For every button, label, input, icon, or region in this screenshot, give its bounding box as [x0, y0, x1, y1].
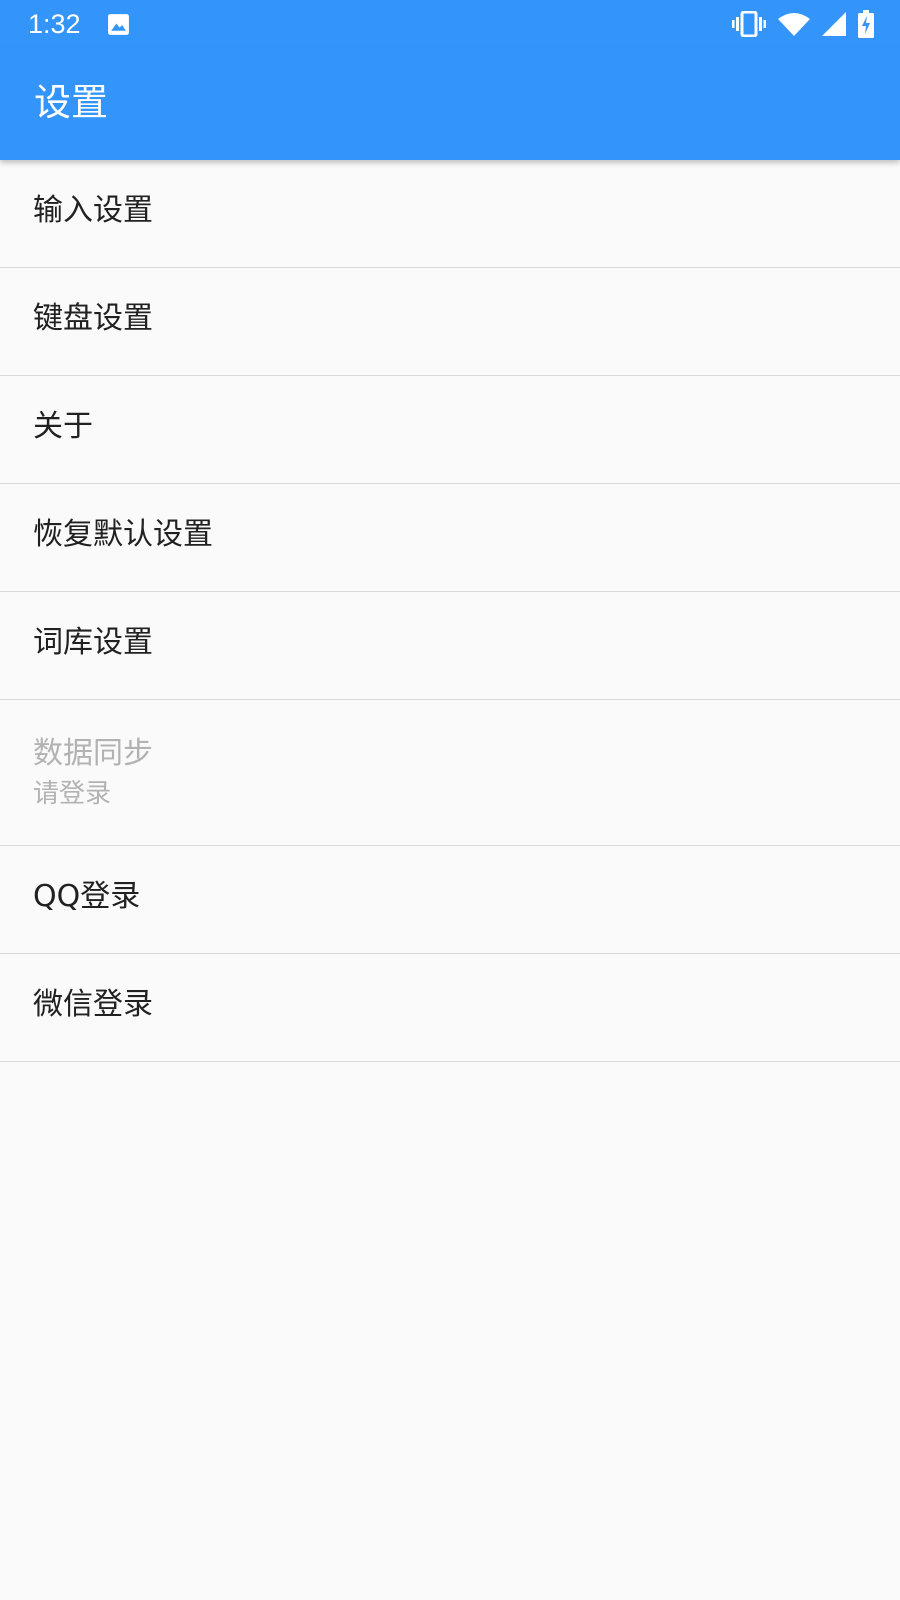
pref-title: 关于: [33, 409, 93, 444]
pref-input-settings[interactable]: 输入设置: [0, 160, 900, 268]
status-bar: 1:32: [0, 0, 900, 48]
pref-title: 恢复默认设置: [33, 517, 213, 552]
gallery-icon: [106, 12, 131, 37]
signal-icon: [822, 12, 846, 36]
page-title: 设置: [34, 81, 108, 124]
pref-summary: 请登录: [33, 779, 112, 809]
preference-list: 输入设置 键盘设置 关于 恢复默认设置 词库设置 数据同步 请登录 QQ登录 微…: [0, 160, 900, 1062]
pref-title: QQ登录: [33, 879, 141, 914]
status-time: 1:32: [28, 9, 81, 39]
pref-wechat-login[interactable]: 微信登录: [0, 954, 900, 1062]
pref-dictionary-settings[interactable]: 词库设置: [0, 592, 900, 700]
pref-qq-login[interactable]: QQ登录: [0, 846, 900, 954]
app-bar: 设置: [0, 48, 900, 160]
status-icons: [732, 10, 874, 38]
pref-title: 词库设置: [33, 625, 153, 660]
pref-data-sync: 数据同步 请登录: [0, 700, 900, 846]
pref-title: 数据同步: [33, 736, 153, 771]
battery-charging-icon: [858, 10, 874, 38]
pref-about[interactable]: 关于: [0, 376, 900, 484]
pref-title: 输入设置: [33, 193, 153, 228]
wifi-icon: [778, 12, 810, 36]
pref-title: 微信登录: [33, 987, 153, 1022]
pref-keyboard-settings[interactable]: 键盘设置: [0, 268, 900, 376]
pref-restore-defaults[interactable]: 恢复默认设置: [0, 484, 900, 592]
vibrate-icon: [732, 11, 766, 37]
pref-title: 键盘设置: [33, 301, 153, 336]
